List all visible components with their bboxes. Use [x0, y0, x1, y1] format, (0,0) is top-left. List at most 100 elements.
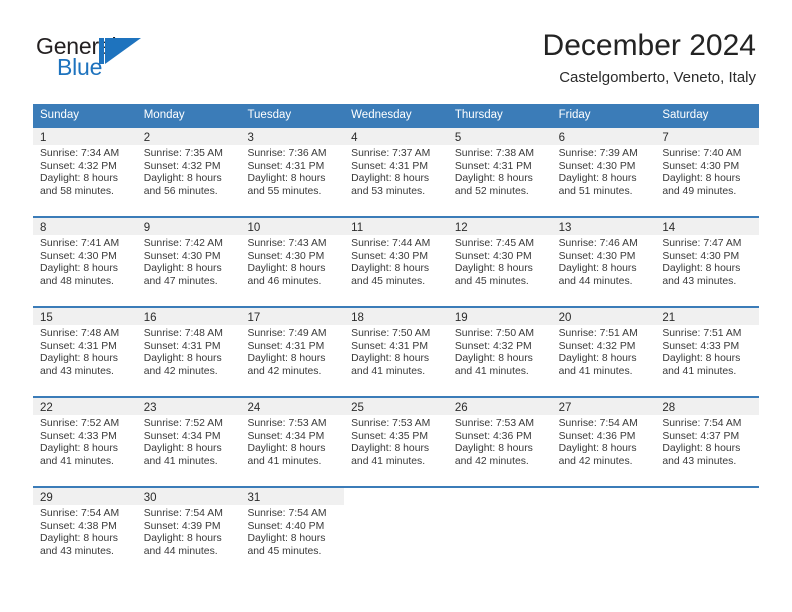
- day-number: 3: [247, 132, 254, 144]
- sunrise-text: Sunrise: 7:46 AM: [558, 238, 638, 249]
- week-row: 15 Sunrise: 7:48 AM Sunset: 4:31 PM Dayl…: [33, 306, 760, 388]
- day-cell[interactable]: 18 Sunrise: 7:50 AM Sunset: 4:31 PM Dayl…: [344, 308, 448, 388]
- logo-triangle-shape: [105, 38, 141, 64]
- sunset-text: Sunset: 4:33 PM: [662, 340, 740, 352]
- day-info: Sunrise: 7:53 AM Sunset: 4:34 PM Dayligh…: [240, 415, 344, 468]
- day-number-band: 14: [655, 218, 760, 235]
- day-number: 6: [558, 132, 565, 144]
- day-cell-empty: [552, 488, 656, 568]
- day-cell[interactable]: 24 Sunrise: 7:53 AM Sunset: 4:34 PM Dayl…: [240, 398, 345, 478]
- day-info: Sunrise: 7:42 AM Sunset: 4:30 PM Dayligh…: [137, 235, 241, 288]
- sunrise-text: Sunrise: 7:34 AM: [40, 148, 120, 159]
- daylight-line1: Daylight: 8 hours: [662, 173, 741, 185]
- weekday-header-thursday: Thursday: [454, 109, 503, 121]
- day-info: Sunrise: 7:38 AM Sunset: 4:31 PM Dayligh…: [448, 145, 552, 198]
- day-cell[interactable]: 2 Sunrise: 7:35 AM Sunset: 4:32 PM Dayli…: [136, 128, 241, 208]
- sunrise-text: Sunrise: 7:53 AM: [247, 418, 327, 429]
- daylight-line2: and 52 minutes.: [454, 185, 529, 197]
- day-cell[interactable]: 13 Sunrise: 7:46 AM Sunset: 4:30 PM Dayl…: [551, 218, 656, 298]
- daylight-line1: Daylight: 8 hours: [247, 443, 326, 455]
- day-cell[interactable]: 28 Sunrise: 7:54 AM Sunset: 4:37 PM Dayl…: [655, 398, 760, 478]
- day-number-band: 16: [136, 308, 241, 325]
- day-cell[interactable]: 14 Sunrise: 7:47 AM Sunset: 4:30 PM Dayl…: [655, 218, 760, 298]
- day-number-band: 27: [551, 398, 656, 415]
- sunset-text: Sunset: 4:38 PM: [40, 520, 117, 532]
- sunrise-text: Sunrise: 7:37 AM: [351, 148, 431, 159]
- day-number-band: 3: [240, 128, 345, 145]
- day-cell[interactable]: 16 Sunrise: 7:48 AM Sunset: 4:31 PM Dayl…: [136, 308, 241, 388]
- day-cell[interactable]: 9 Sunrise: 7:42 AM Sunset: 4:30 PM Dayli…: [136, 218, 241, 298]
- day-number-band: 23: [136, 398, 241, 415]
- day-info: Sunrise: 7:43 AM Sunset: 4:30 PM Dayligh…: [240, 235, 344, 288]
- daylight-line1: Daylight: 8 hours: [454, 173, 533, 185]
- day-number: 29: [40, 492, 53, 504]
- day-cell[interactable]: 1 Sunrise: 7:34 AM Sunset: 4:32 PM Dayli…: [33, 128, 137, 208]
- day-cell[interactable]: 31 Sunrise: 7:54 AM Sunset: 4:40 PM Dayl…: [240, 488, 345, 568]
- day-cell[interactable]: 11 Sunrise: 7:44 AM Sunset: 4:30 PM Dayl…: [344, 218, 448, 298]
- sunset-text: Sunset: 4:30 PM: [351, 250, 428, 262]
- daylight-line1: Daylight: 8 hours: [351, 353, 430, 365]
- day-cell[interactable]: 17 Sunrise: 7:49 AM Sunset: 4:31 PM Dayl…: [240, 308, 345, 388]
- day-cell[interactable]: 21 Sunrise: 7:51 AM Sunset: 4:33 PM Dayl…: [655, 308, 760, 388]
- day-cell[interactable]: 8 Sunrise: 7:41 AM Sunset: 4:30 PM Dayli…: [33, 218, 137, 298]
- day-cell[interactable]: 6 Sunrise: 7:39 AM Sunset: 4:30 PM Dayli…: [551, 128, 656, 208]
- daylight-line1: Daylight: 8 hours: [40, 173, 118, 185]
- daylight-line2: and 41 minutes.: [351, 365, 426, 377]
- day-cell[interactable]: 23 Sunrise: 7:52 AM Sunset: 4:34 PM Dayl…: [136, 398, 241, 478]
- weekday-header-friday: Friday: [558, 109, 591, 121]
- title-block: December 2024 Castelgomberto, Veneto, It…: [543, 28, 756, 87]
- sunset-text: Sunset: 4:30 PM: [662, 250, 740, 262]
- day-cell[interactable]: 19 Sunrise: 7:50 AM Sunset: 4:32 PM Dayl…: [447, 308, 552, 388]
- day-cell[interactable]: 29 Sunrise: 7:54 AM Sunset: 4:38 PM Dayl…: [33, 488, 137, 568]
- day-cell[interactable]: 7 Sunrise: 7:40 AM Sunset: 4:30 PM Dayli…: [655, 128, 760, 208]
- sunrise-text: Sunrise: 7:51 AM: [662, 328, 742, 339]
- sunset-text: Sunset: 4:30 PM: [40, 250, 117, 262]
- day-cell[interactable]: 15 Sunrise: 7:48 AM Sunset: 4:31 PM Dayl…: [33, 308, 137, 388]
- day-number: 19: [454, 312, 468, 324]
- sunset-text: Sunset: 4:31 PM: [454, 160, 532, 172]
- daylight-line2: and 42 minutes.: [558, 455, 633, 467]
- day-cell[interactable]: 30 Sunrise: 7:54 AM Sunset: 4:39 PM Dayl…: [136, 488, 241, 568]
- day-info: Sunrise: 7:48 AM Sunset: 4:31 PM Dayligh…: [137, 325, 241, 378]
- day-cell[interactable]: 27 Sunrise: 7:54 AM Sunset: 4:36 PM Dayl…: [551, 398, 656, 478]
- day-number-band: 25: [344, 398, 448, 415]
- sunrise-text: Sunrise: 7:43 AM: [247, 238, 327, 249]
- day-cell[interactable]: 5 Sunrise: 7:38 AM Sunset: 4:31 PM Dayli…: [447, 128, 552, 208]
- daylight-line1: Daylight: 8 hours: [662, 353, 741, 365]
- sunset-text: Sunset: 4:30 PM: [247, 250, 325, 262]
- day-cell[interactable]: 26 Sunrise: 7:53 AM Sunset: 4:36 PM Dayl…: [447, 398, 552, 478]
- general-blue-logo[interactable]: General Blue: [36, 33, 216, 89]
- day-number: 20: [558, 312, 572, 324]
- day-cell[interactable]: 22 Sunrise: 7:52 AM Sunset: 4:33 PM Dayl…: [33, 398, 137, 478]
- sunrise-text: Sunrise: 7:54 AM: [143, 508, 223, 519]
- sunrise-text: Sunrise: 7:40 AM: [662, 148, 742, 159]
- day-cell[interactable]: 10 Sunrise: 7:43 AM Sunset: 4:30 PM Dayl…: [240, 218, 345, 298]
- day-number: 1: [40, 132, 47, 144]
- day-cell[interactable]: 12 Sunrise: 7:45 AM Sunset: 4:30 PM Dayl…: [447, 218, 552, 298]
- day-cell[interactable]: 4 Sunrise: 7:37 AM Sunset: 4:31 PM Dayli…: [344, 128, 448, 208]
- day-number: 18: [351, 312, 364, 324]
- day-number-band: 8: [33, 218, 137, 235]
- daylight-line1: Daylight: 8 hours: [558, 443, 637, 455]
- sunset-text: Sunset: 4:34 PM: [143, 430, 221, 442]
- day-cell[interactable]: 20 Sunrise: 7:51 AM Sunset: 4:32 PM Dayl…: [551, 308, 656, 388]
- sunrise-text: Sunrise: 7:52 AM: [143, 418, 223, 429]
- sunset-text: Sunset: 4:33 PM: [40, 430, 117, 442]
- day-number: 13: [558, 222, 572, 234]
- day-cell[interactable]: 3 Sunrise: 7:36 AM Sunset: 4:31 PM Dayli…: [240, 128, 345, 208]
- day-number-band: 19: [447, 308, 552, 325]
- day-number: 17: [247, 312, 261, 324]
- sunset-text: Sunset: 4:30 PM: [662, 160, 740, 172]
- daylight-line1: Daylight: 8 hours: [143, 443, 222, 455]
- week-row: 8 Sunrise: 7:41 AM Sunset: 4:30 PM Dayli…: [33, 216, 760, 298]
- sunset-text: Sunset: 4:32 PM: [558, 340, 636, 352]
- day-number: 23: [143, 402, 157, 414]
- sunrise-text: Sunrise: 7:50 AM: [351, 328, 431, 339]
- daylight-line2: and 47 minutes.: [143, 275, 218, 287]
- sunset-text: Sunset: 4:31 PM: [351, 160, 428, 172]
- daylight-line2: and 48 minutes.: [40, 275, 114, 287]
- sunrise-text: Sunrise: 7:45 AM: [454, 238, 535, 249]
- day-number-band: 6: [551, 128, 656, 145]
- day-number: 28: [662, 402, 676, 414]
- day-cell[interactable]: 25 Sunrise: 7:53 AM Sunset: 4:35 PM Dayl…: [344, 398, 448, 478]
